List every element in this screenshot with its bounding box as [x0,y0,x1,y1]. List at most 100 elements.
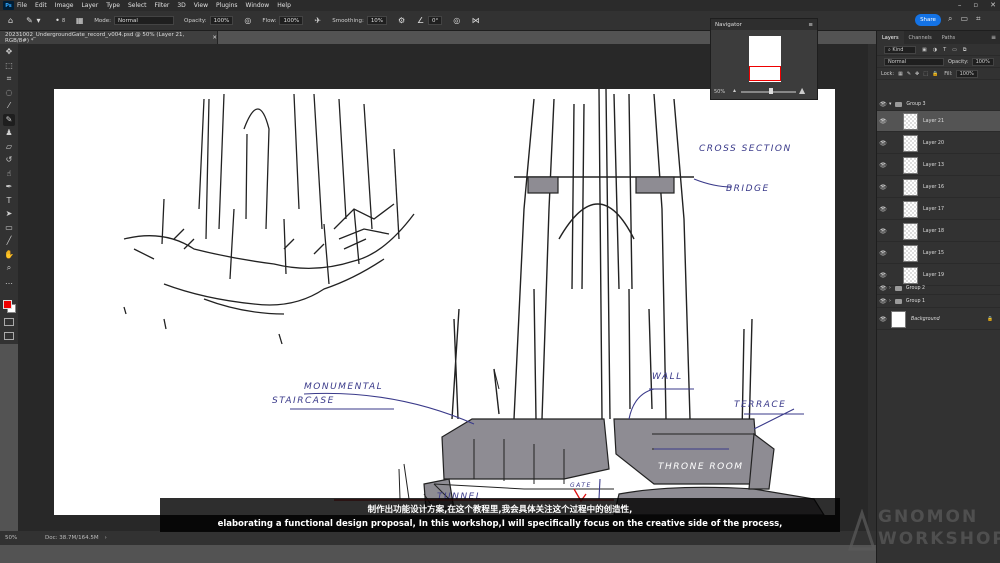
filter-shape-icon[interactable]: ▭ [952,47,957,53]
visibility-eye-icon[interactable]: 👁 [877,285,889,292]
smudge-tool-icon[interactable]: ☝ [3,168,15,180]
filter-smart-icon[interactable]: ⧉ [963,47,967,53]
layer-group-1[interactable]: 👁 › Group 1 [877,296,1000,308]
tab-layers[interactable]: Layers [877,31,904,44]
menu-edit[interactable]: Edit [35,2,47,9]
search-icon[interactable]: ⌕ [948,14,952,24]
close-tab-icon[interactable]: ✕ [212,35,217,41]
share-button[interactable]: Share [915,14,941,26]
history-brush-icon[interactable]: ↺ [3,154,15,166]
menu-plugins[interactable]: Plugins [216,2,238,9]
minimize-icon[interactable]: – [958,1,962,9]
navigator-zoom[interactable]: 50% [714,89,725,95]
document-canvas[interactable]: CROSS SECTION BRIDGE MONUMENTAL STAIRCAS… [54,89,835,515]
layer-row-layer-18[interactable]: 👁 Layer 18 [877,221,1000,242]
filter-adjust-icon[interactable]: ◑ [933,47,937,53]
quick-mask-icon[interactable] [4,318,14,326]
pressure-opacity-icon[interactable]: ◎ [243,16,252,25]
filter-type-icon[interactable]: T [943,47,946,53]
layer-row-layer-20[interactable]: 👁 Layer 20 [877,133,1000,154]
layer-row-layer-13[interactable]: 👁 Layer 13 [877,155,1000,176]
chevron-down-icon[interactable]: ▾ [889,102,891,107]
flow-field[interactable]: 100% [279,16,304,25]
brush-tool-icon[interactable]: ✎ [3,113,15,126]
menu-select[interactable]: Select [128,2,147,9]
layer-row-layer-21[interactable]: 👁 Layer 21 [877,111,1000,132]
menu-view[interactable]: View [194,2,208,9]
airbrush-icon[interactable]: ✈ [313,16,322,25]
tab-channels[interactable]: Channels [904,31,937,44]
stamp-tool-icon[interactable]: ♟ [3,127,15,139]
smoothing-field[interactable]: 10% [366,16,388,25]
tab-paths[interactable]: Paths [937,31,961,44]
rectangle-tool-icon[interactable]: ▭ [3,222,15,234]
path-select-icon[interactable]: ➤ [3,208,15,220]
move-tool-icon[interactable]: ✥ [3,46,15,58]
panel-menu-icon[interactable]: ≡ [808,22,813,28]
layer-row-layer-15[interactable]: 👁 Layer 15 [877,243,1000,264]
menu-window[interactable]: Window [246,2,270,9]
hand-tool-icon[interactable]: ✋ [3,249,15,261]
layer-group-3[interactable]: 👁 ▾ Group 3 [877,99,1000,111]
visibility-eye-icon[interactable]: 👁 [877,272,889,279]
lock-pixels-icon[interactable]: ▦ [898,71,903,77]
visibility-eye-icon[interactable]: 👁 [877,298,889,305]
lock-position-icon[interactable]: ✥ [915,71,919,77]
menu-3d[interactable]: 3D [177,2,185,9]
opacity-field[interactable]: 100% [209,16,234,25]
zoom-slider-handle[interactable] [769,88,773,94]
lock-all-icon[interactable]: 🔒 [932,71,938,77]
pen-tool-icon[interactable]: ✒ [3,181,15,193]
zoom-tool-icon[interactable]: ⌕ [3,262,15,274]
menu-filter[interactable]: Filter [155,2,170,9]
mode-select[interactable]: Normal [114,16,175,25]
visibility-eye-icon[interactable]: 👁 [877,250,889,257]
gear-icon[interactable]: ⚙ [397,16,406,25]
brush-settings-icon[interactable]: ▦ [75,16,84,25]
layer-row-layer-17[interactable]: 👁 Layer 17 [877,199,1000,220]
zoom-in-icon[interactable]: ▲ [799,86,805,95]
brush-size-readout[interactable]: • 8 [53,16,65,25]
menu-help[interactable]: Help [277,2,291,9]
navigator-header[interactable]: Navigator ≡ [711,19,817,30]
eyedropper-tool-icon[interactable]: ⁄ [3,100,15,112]
zoom-out-icon[interactable]: ▴ [733,87,736,94]
lock-paint-icon[interactable]: ✎ [907,71,911,77]
layer-row-background[interactable]: 👁 Background 🔒 [877,309,1000,330]
chevron-right-icon[interactable]: › [889,299,891,304]
zoom-level[interactable]: 50% [5,535,45,541]
menu-file[interactable]: File [17,2,27,9]
more-tools-icon[interactable]: … [3,276,15,288]
maximize-icon[interactable]: ▫ [973,1,978,9]
visibility-eye-icon[interactable]: 👁 [877,140,889,147]
filter-pixel-icon[interactable]: ▣ [922,47,927,53]
navigator-view-box[interactable] [749,66,781,81]
panel-menu-icon[interactable]: ≡ [991,34,996,41]
fill-field[interactable]: 100% [955,69,978,78]
blend-mode-select[interactable]: Normal [884,57,944,66]
lock-artboard-icon[interactable]: ⬚ [923,71,928,77]
type-tool-icon[interactable]: T [3,195,15,207]
lasso-tool-icon[interactable]: ◌ [3,87,15,99]
filter-kind-select[interactable]: ⌕ Kind [884,45,916,54]
workspace-icon[interactable]: ▭ [960,14,968,24]
angle-field[interactable]: 0° [428,16,443,25]
layer-row-layer-16[interactable]: 👁 Layer 16 [877,177,1000,198]
foreground-color-swatch[interactable] [3,300,12,309]
chevron-right-icon[interactable]: › [889,286,891,291]
crop-tool-icon[interactable]: ⌗ [3,73,15,85]
visibility-eye-icon[interactable]: 👁 [877,118,889,125]
menu-type[interactable]: Type [106,2,120,9]
home-icon[interactable]: ⌂ [6,16,15,25]
symmetry-icon[interactable]: ⋈ [471,16,480,25]
visibility-eye-icon[interactable]: 👁 [877,316,889,323]
document-tab[interactable]: 20231002_UndergroundGate_record_v004.psd… [0,31,218,44]
visibility-eye-icon[interactable]: 👁 [877,206,889,213]
brush-preset-picker[interactable]: ✎ ▾ [25,16,43,25]
pressure-size-icon[interactable]: ◎ [452,16,461,25]
visibility-eye-icon[interactable]: 👁 [877,162,889,169]
marquee-tool-icon[interactable]: ⬚ [3,60,15,72]
layer-opacity-field[interactable]: 100% [971,57,994,66]
line-tool-icon[interactable]: ╱ [3,235,15,247]
menu-image[interactable]: Image [55,2,74,9]
